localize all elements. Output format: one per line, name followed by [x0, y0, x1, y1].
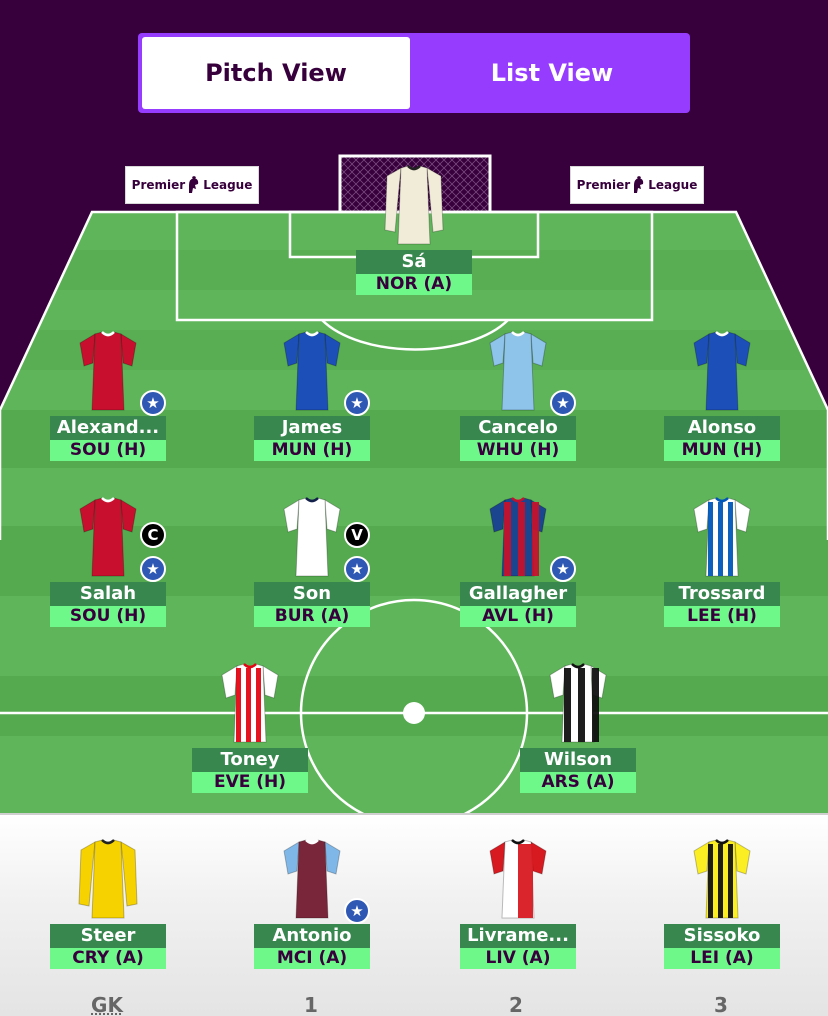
player-fixture: MCI (A): [254, 948, 370, 969]
player-name: Toney: [192, 748, 308, 772]
kit-shirt-icon: [549, 663, 607, 743]
star-icon: ★: [550, 390, 576, 416]
kit-shirt-icon: [489, 497, 547, 577]
pitch-view-button[interactable]: Pitch View: [142, 37, 410, 109]
player-name: Alexand...: [50, 416, 166, 440]
kit-shirt-icon: [384, 165, 444, 245]
kit-shirt-icon: [221, 663, 279, 743]
player-name: Trossard: [664, 582, 780, 606]
player-card[interactable]: Salah SOU (H) ★ C: [50, 496, 166, 627]
player-name: Antonio: [254, 924, 370, 948]
player-card[interactable]: Cancelo WHU (H) ★: [460, 330, 576, 461]
captain-badge: C: [140, 522, 166, 548]
board-text: League: [203, 178, 253, 192]
bench-player-card[interactable]: Sissoko LEI (A): [664, 838, 780, 969]
player-fixture: WHU (H): [460, 440, 576, 461]
player-name: Livrame...: [460, 924, 576, 948]
bench-slot-label-3: 3: [714, 993, 728, 1016]
player-name: Son: [254, 582, 370, 606]
kit-shirt-icon: [79, 331, 137, 411]
board-text: League: [648, 178, 698, 192]
player-name: Alonso: [664, 416, 780, 440]
kit-shirt-icon: [283, 497, 341, 577]
premier-league-board-left: Premier League: [125, 166, 259, 204]
player-fixture: LEE (H): [664, 606, 780, 627]
player-fixture: LIV (A): [460, 948, 576, 969]
player-card[interactable]: Wilson ARS (A): [520, 662, 636, 793]
player-card[interactable]: Toney EVE (H): [192, 662, 308, 793]
player-fixture: BUR (A): [254, 606, 370, 627]
player-fixture: LEI (A): [664, 948, 780, 969]
player-fixture: NOR (A): [356, 274, 472, 295]
player-card[interactable]: Alonso MUN (H): [664, 330, 780, 461]
kit-shirt-icon: [693, 839, 751, 919]
player-fixture: MUN (H): [664, 440, 780, 461]
star-icon: ★: [344, 556, 370, 582]
star-icon: ★: [140, 390, 166, 416]
kit-shirt-icon: [693, 497, 751, 577]
player-name: Sissoko: [664, 924, 780, 948]
player-name: James: [254, 416, 370, 440]
bench-slot-label-1: 1: [304, 993, 318, 1016]
board-text: Premier: [576, 178, 631, 192]
kit-shirt-icon: [78, 839, 138, 919]
player-card[interactable]: Trossard LEE (H): [664, 496, 780, 627]
player-fixture: ARS (A): [520, 772, 636, 793]
player-name: Sá: [356, 250, 472, 274]
player-fixture: AVL (H): [460, 606, 576, 627]
kit-shirt-icon: [283, 331, 341, 411]
player-name: Wilson: [520, 748, 636, 772]
kit-shirt-icon: [79, 497, 137, 577]
kit-shirt-icon: [489, 839, 547, 919]
star-icon: ★: [344, 898, 370, 924]
premier-league-lion-icon: [189, 176, 199, 193]
bench-slot-label-2: 2: [509, 993, 523, 1016]
star-icon: ★: [344, 390, 370, 416]
vice-captain-badge: V: [344, 522, 370, 548]
premier-league-board-right: Premier League: [570, 166, 704, 204]
board-text: Premier: [131, 178, 186, 192]
bench-player-card[interactable]: Antonio MCI (A) ★: [254, 838, 370, 969]
player-name: Salah: [50, 582, 166, 606]
player-name: Gallagher: [460, 582, 576, 606]
bench-player-card[interactable]: Livrame... LIV (A): [460, 838, 576, 969]
bench-player-card[interactable]: Steer CRY (A): [50, 838, 166, 969]
kit-shirt-icon: [489, 331, 547, 411]
view-toggle: Pitch View List View: [138, 33, 690, 113]
player-name: Steer: [50, 924, 166, 948]
kit-shirt-icon: [693, 331, 751, 411]
star-icon: ★: [140, 556, 166, 582]
player-fixture: EVE (H): [192, 772, 308, 793]
player-card[interactable]: Sá NOR (A): [356, 164, 472, 295]
player-card[interactable]: Alexand... SOU (H) ★: [50, 330, 166, 461]
player-card[interactable]: Son BUR (A) ★ V: [254, 496, 370, 627]
player-fixture: SOU (H): [50, 440, 166, 461]
premier-league-lion-icon: [634, 176, 644, 193]
player-name: Cancelo: [460, 416, 576, 440]
star-icon: ★: [550, 556, 576, 582]
list-view-button[interactable]: List View: [418, 37, 686, 109]
bench-slot-label-gk: GK: [91, 993, 123, 1016]
player-card[interactable]: Gallagher AVL (H) ★: [460, 496, 576, 627]
player-card[interactable]: James MUN (H) ★: [254, 330, 370, 461]
player-fixture: SOU (H): [50, 606, 166, 627]
centre-spot: [403, 702, 425, 724]
player-fixture: MUN (H): [254, 440, 370, 461]
kit-shirt-icon: [283, 839, 341, 919]
player-fixture: CRY (A): [50, 948, 166, 969]
